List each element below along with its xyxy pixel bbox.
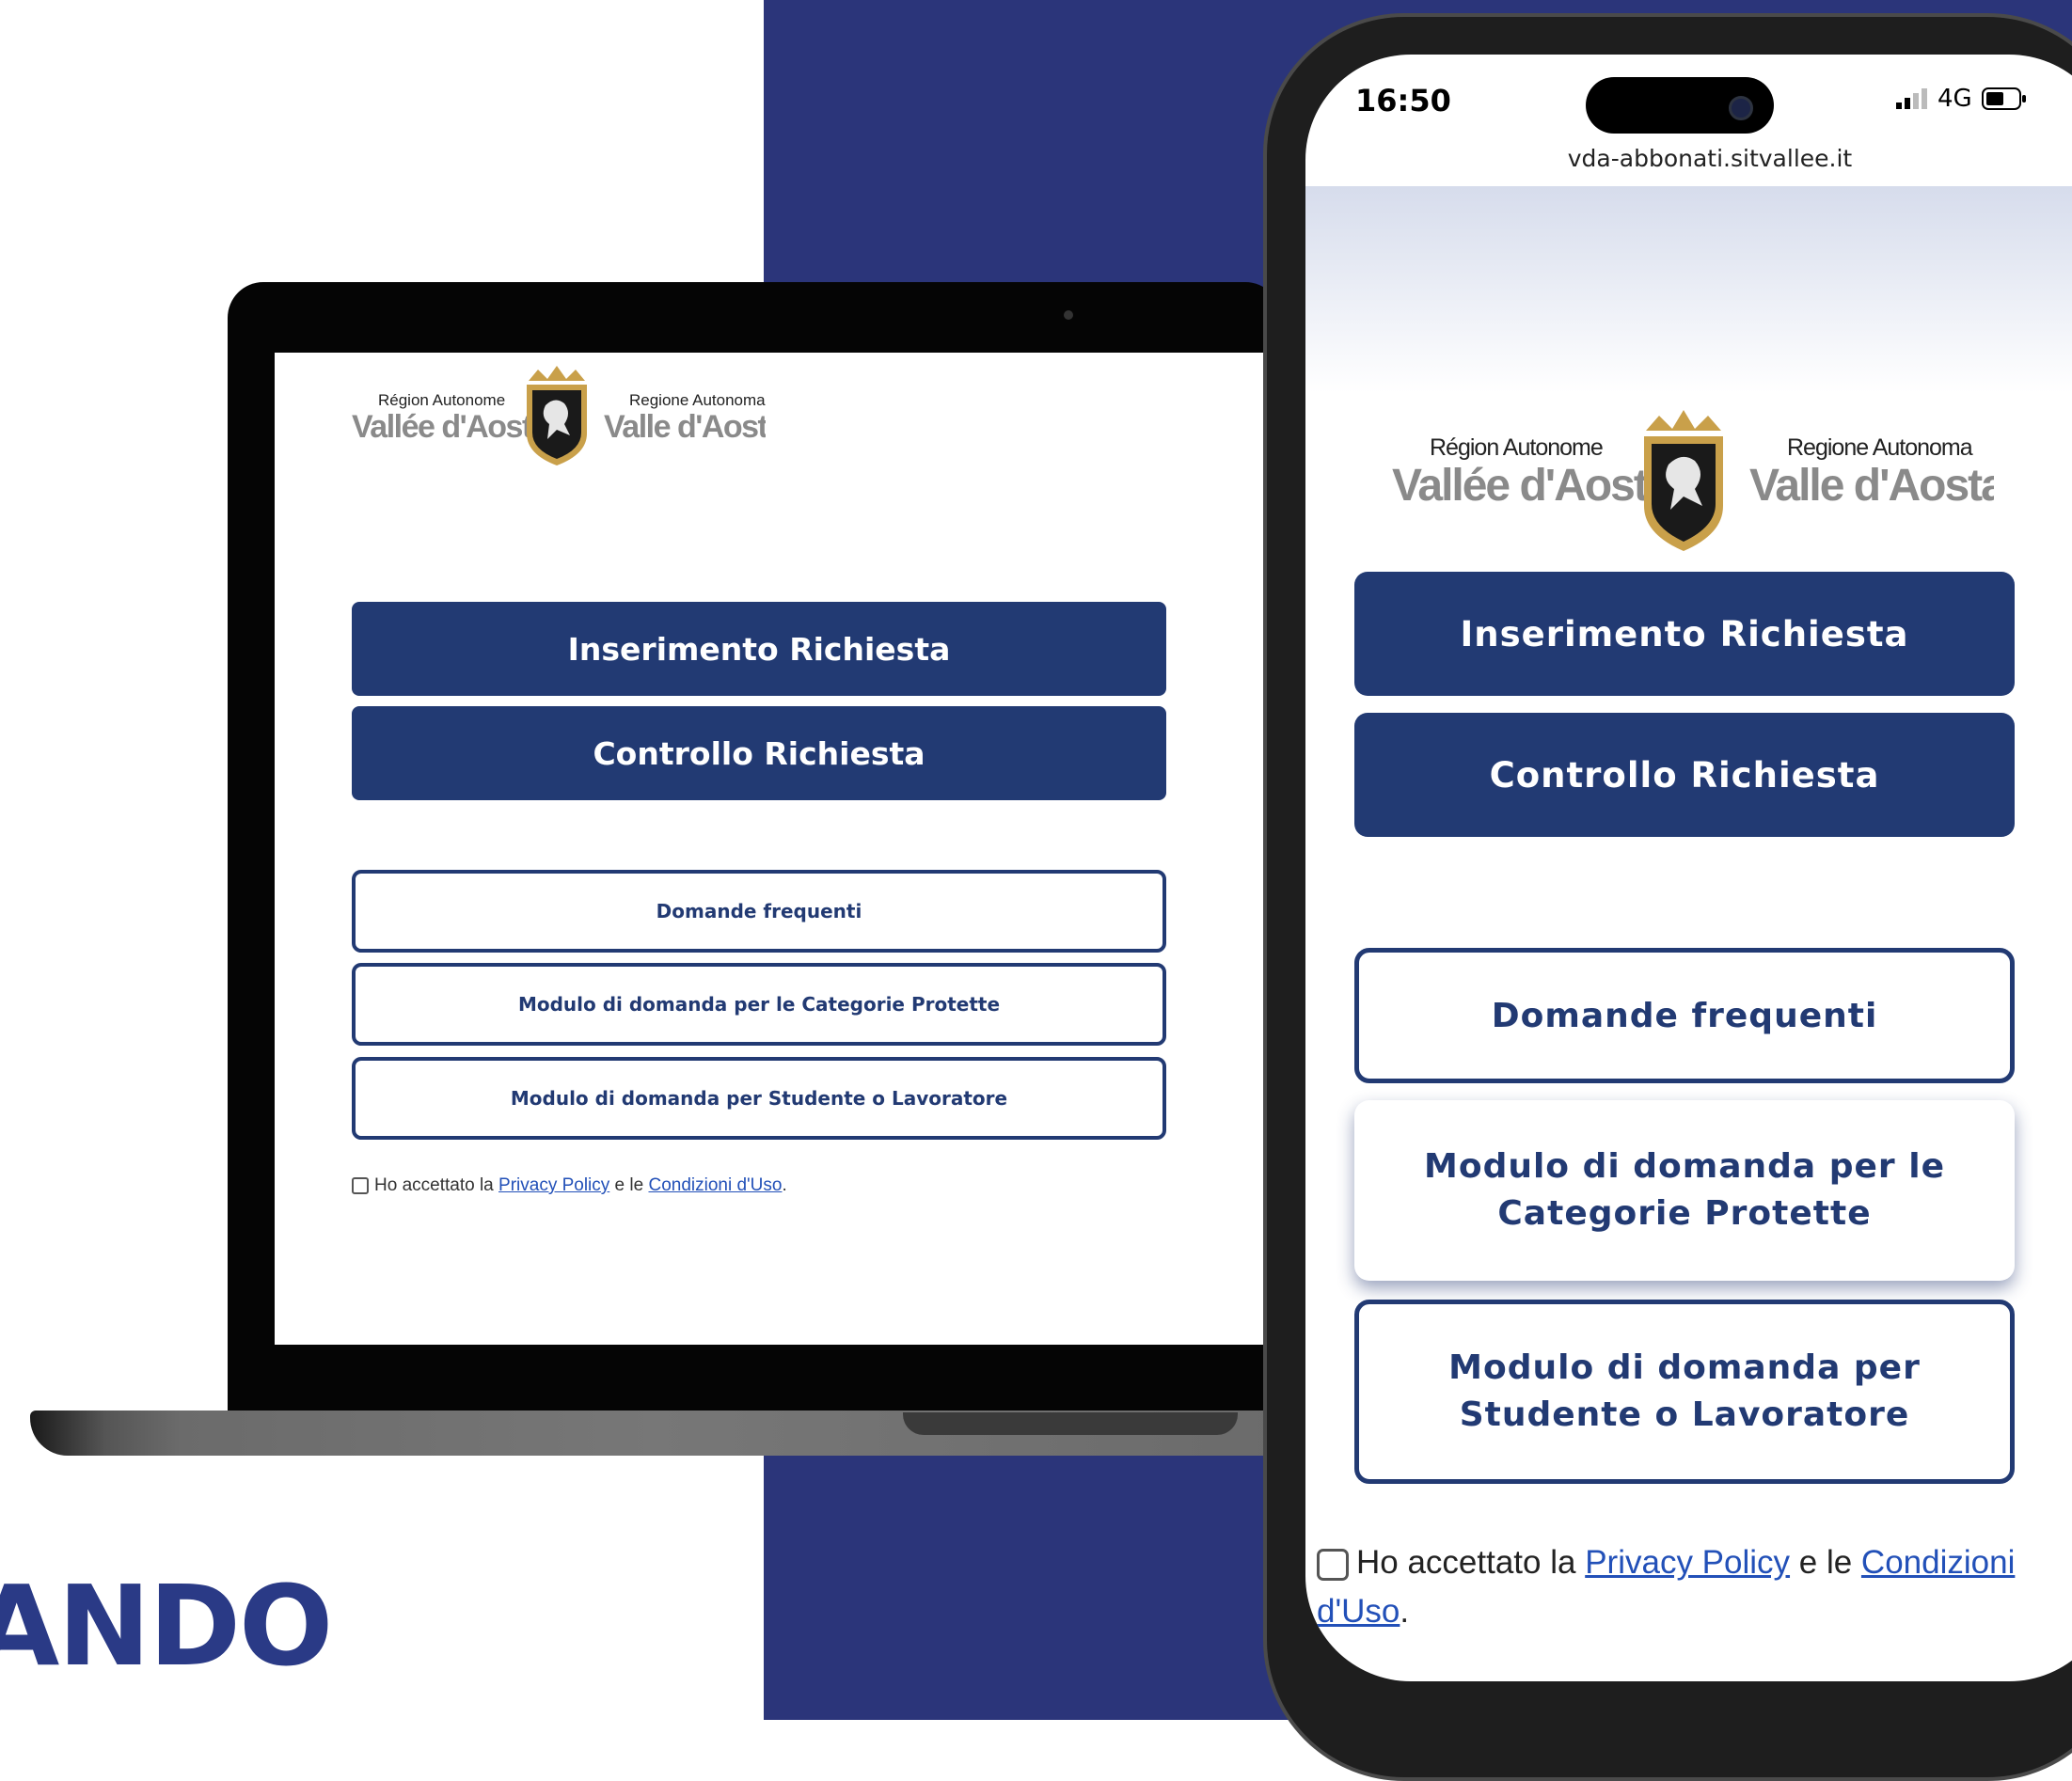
signal-icon (1896, 88, 1927, 109)
network-label: 4G (1938, 85, 1972, 113)
consent-row: Ho accettato la Privacy Policy e le Cond… (1317, 1538, 2032, 1636)
region-logo: Région Autonome Vallée d'Aoste Regione A… (1392, 410, 1994, 551)
region-logo: Région Autonome Vallée d'Aoste Regione A… (352, 366, 766, 465)
logo-fr-top: Région Autonome (1430, 434, 1603, 461)
terms-link-part-1[interactable]: Condizioni (1861, 1544, 2015, 1581)
battery-icon (1981, 87, 2026, 110)
insert-request-button[interactable]: Inserimento Richiesta (1354, 572, 2015, 696)
student-line-2: Studente o Lavoratore (1459, 1395, 1910, 1434)
logo-it-bottom: Valle d'Aosta (1749, 461, 1994, 511)
faq-button[interactable]: Domande frequenti (352, 870, 1166, 953)
consent-suffix: . (1400, 1593, 1410, 1630)
crest-icon (527, 366, 587, 465)
logo-fr-bottom: Vallée d'Aoste (1392, 461, 1671, 511)
consent-checkbox[interactable] (1317, 1548, 1349, 1581)
camera-icon (1729, 96, 1753, 120)
check-request-button[interactable]: Controllo Richiesta (352, 706, 1166, 800)
student-worker-form-button[interactable]: Modulo di domanda per Studente o Lavorat… (352, 1057, 1166, 1140)
consent-checkbox[interactable] (352, 1176, 369, 1194)
logo-it-top: Regione Autonoma (629, 391, 766, 409)
protected-categories-form-button[interactable]: Modulo di domanda per le Categorie Prote… (1354, 1100, 2015, 1281)
consent-prefix: Ho accettato la (1356, 1544, 1586, 1581)
insert-request-button[interactable]: Inserimento Richiesta (352, 602, 1166, 696)
crest-icon (1644, 410, 1723, 551)
privacy-policy-link[interactable]: Privacy Policy (1585, 1544, 1790, 1581)
logo-it-bottom: Valle d'Aosta (604, 409, 766, 445)
consent-row: Ho accettato la Privacy Policy e le Cond… (352, 1175, 787, 1196)
protected-line-2: Categorie Protette (1497, 1194, 1872, 1233)
consent-middle: e le (1790, 1544, 1861, 1581)
student-worker-form-button[interactable]: Modulo di domanda per Studente o Lavorat… (1354, 1300, 2015, 1484)
check-request-button[interactable]: Controllo Richiesta (1354, 713, 2015, 837)
phone-screen: 16:50 4G vda-abbonati.sitvallee.it Régio… (1305, 55, 2072, 1681)
logo-it-top: Regione Autonoma (1787, 434, 1973, 461)
protected-categories-form-button[interactable]: Modulo di domanda per le Categorie Prote… (352, 963, 1166, 1046)
hero-word: ANDO (0, 1561, 333, 1691)
laptop-screen: Région Autonome Vallée d'Aoste Regione A… (275, 353, 1281, 1345)
protected-line-1: Modulo di domanda per le (1424, 1146, 1945, 1186)
student-line-1: Modulo di domanda per (1448, 1348, 1921, 1387)
consent-middle: e le (609, 1175, 649, 1195)
header-gradient (1305, 186, 2072, 393)
terms-link[interactable]: Condizioni d'Uso (648, 1175, 782, 1195)
dynamic-island (1586, 77, 1774, 134)
terms-link-part-2[interactable]: d'Uso (1317, 1593, 1400, 1630)
faq-button[interactable]: Domande frequenti (1354, 948, 2015, 1083)
consent-prefix: Ho accettato la (374, 1175, 499, 1195)
status-indicators: 4G (1896, 85, 2027, 113)
status-time: 16:50 (1355, 83, 1451, 118)
laptop-camera (1064, 310, 1073, 320)
consent-suffix: . (782, 1175, 787, 1195)
logo-fr-bottom: Vallée d'Aoste (352, 409, 548, 445)
logo-fr-top: Région Autonome (378, 391, 505, 409)
privacy-policy-link[interactable]: Privacy Policy (498, 1175, 609, 1195)
laptop-trackpad-notch (903, 1412, 1238, 1435)
address-bar-url[interactable]: vda-abbonati.sitvallee.it (1305, 145, 2072, 172)
